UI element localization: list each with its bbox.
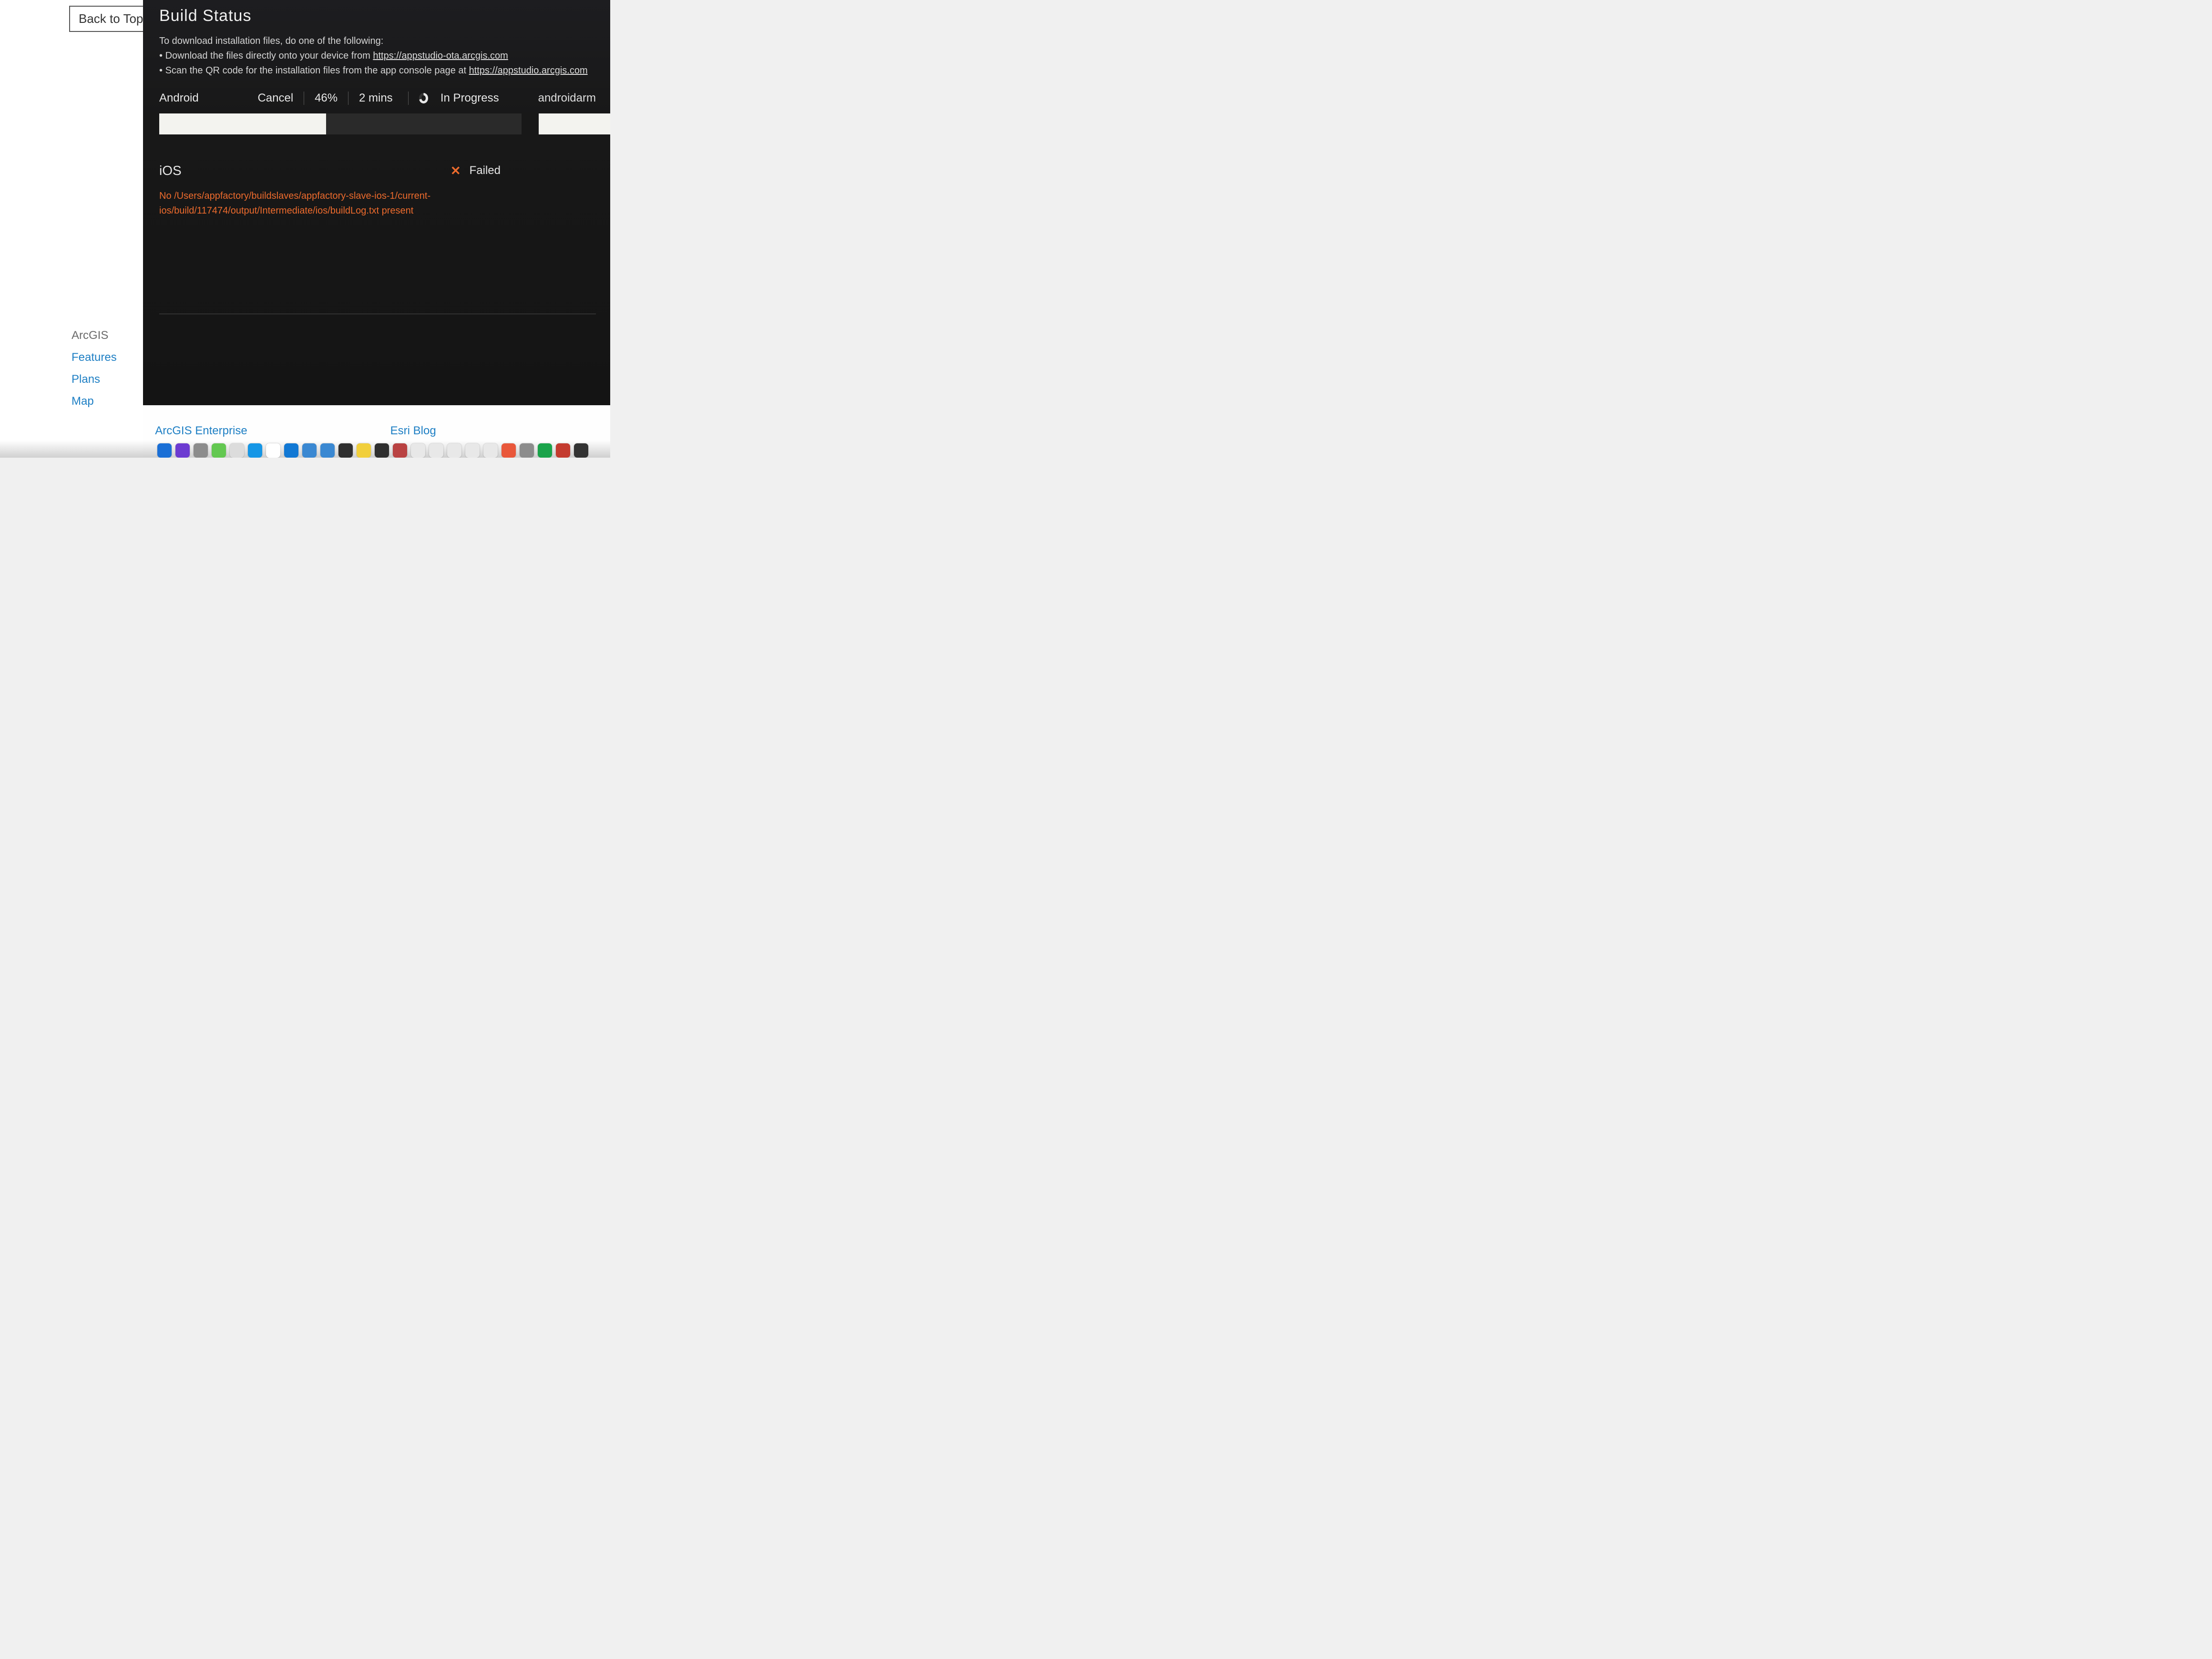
footer-link-group-arcgis: ArcGIS Features Plans Map [72,329,117,408]
footer-link-features[interactable]: Features [72,351,117,364]
dock-app-icon[interactable] [320,443,335,458]
dock-app-icon[interactable] [212,443,226,458]
bullet1-text: Download the files directly onto your de… [165,51,373,61]
dock-app-icon[interactable] [338,443,353,458]
dock-app-icon[interactable] [520,443,534,458]
page-left-column: Back to Top ArcGIS Features Plans Map [0,0,143,458]
android-progress-track [159,113,522,134]
footer-link-esri-blog[interactable]: Esri Blog [390,424,436,438]
instructions-lead: To download installation files, do one o… [159,34,596,49]
footer-link-plans[interactable]: Plans [72,373,117,386]
dock-app-icon[interactable] [357,443,371,458]
instructions-block: To download installation files, do one o… [159,34,596,78]
instructions-bullet-1: Download the files directly onto your de… [159,49,596,63]
dock-app-icon[interactable] [429,443,443,458]
footer-link-map[interactable]: Map [72,395,117,408]
android-status: In Progress [440,92,499,105]
dock-app-icon[interactable] [230,443,244,458]
dock-app-icon[interactable] [393,443,407,458]
dock-app-icon[interactable] [194,443,208,458]
bullet2-text: Scan the QR code for the installation fi… [165,65,469,76]
build-status-modal: Build Status To download installation fi… [143,0,610,405]
ota-link[interactable]: https://appstudio-ota.arcgis.com [373,51,508,61]
back-to-top-button[interactable]: Back to Top [69,6,153,32]
target-progress-track [539,113,610,134]
ios-status: Failed [470,164,501,177]
android-label: Android [159,92,247,105]
dock-app-icon[interactable] [266,443,280,458]
dock-app-icon[interactable] [175,443,190,458]
android-build-row: Android Cancel 46% 2 mins In Progress an… [159,92,596,105]
dock-app-icon[interactable] [248,443,262,458]
instructions-bullet-2: Scan the QR code for the installation fi… [159,63,596,78]
mac-dock[interactable] [0,440,610,458]
footer-link-enterprise[interactable]: ArcGIS Enterprise [155,424,247,438]
ios-status-group: ✕ Failed [451,164,501,178]
appstudio-link[interactable]: https://appstudio.arcgis.com [469,65,588,76]
modal-title: Build Status [159,7,596,25]
target-progress-fill [539,113,610,134]
separator [408,92,409,105]
ios-build-row: iOS ✕ Failed [159,163,596,178]
android-percent: 46% [315,92,338,105]
dock-app-icon[interactable] [574,443,588,458]
dock-app-icon[interactable] [465,443,480,458]
android-eta: 2 mins [359,92,393,105]
footer-bottom-links: ArcGIS Enterprise Esri Blog [0,424,610,438]
dock-app-icon[interactable] [157,443,172,458]
viewport: Back to Top ArcGIS Features Plans Map Bu… [0,0,610,458]
dock-app-icon[interactable] [284,443,298,458]
android-target: androidarm [538,92,596,105]
ios-error-message: No /Users/appfactory/buildslaves/appfact… [159,189,502,218]
dock-app-icon[interactable] [556,443,570,458]
dock-app-icon[interactable] [483,443,498,458]
dock-app-icon[interactable] [538,443,552,458]
cancel-button[interactable]: Cancel [257,92,293,105]
footer-heading: ArcGIS [72,329,117,342]
android-progress-fill [159,113,326,134]
dock-app-icon[interactable] [411,443,425,458]
dock-app-icon[interactable] [302,443,317,458]
failed-x-icon: ✕ [451,164,461,178]
ios-label: iOS [159,163,182,178]
dock-app-icon[interactable] [375,443,389,458]
dock-app-icon[interactable] [502,443,516,458]
progress-spinner-icon [419,93,428,103]
dock-app-icon[interactable] [447,443,461,458]
